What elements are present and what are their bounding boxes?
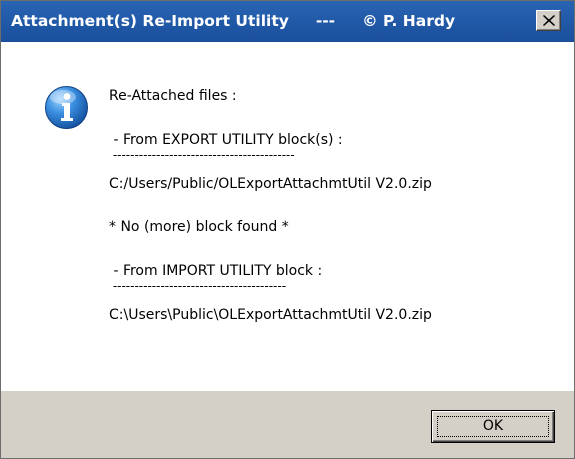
ok-button-label: OK xyxy=(482,418,504,434)
ok-button[interactable]: OK xyxy=(431,410,555,443)
close-button[interactable] xyxy=(536,10,561,31)
button-bar: OK xyxy=(1,391,574,458)
message-area: Re-Attached files : - From EXPORT UTILIT… xyxy=(1,42,574,391)
window-title: Attachment(s) Re-Import Utility --- © P.… xyxy=(11,12,456,30)
title-bar[interactable]: Attachment(s) Re-Import Utility --- © P.… xyxy=(1,1,574,42)
message-line-export-path: C:/Users/Public/OLExportAttachmtUtil V2.… xyxy=(109,176,432,192)
message-line-no-block: * No (more) block found * xyxy=(109,219,289,235)
message-line-separator: ---------------------------------------- xyxy=(109,279,287,293)
close-x-icon xyxy=(543,15,555,26)
message-line-heading: Re-Attached files : xyxy=(109,88,237,104)
message-line-import-header: - From IMPORT UTILITY block : xyxy=(109,263,323,279)
message-line-import-path: C:\Users\Public\OLExportAttachmtUtil V2.… xyxy=(109,307,432,323)
information-icon xyxy=(45,86,88,129)
message-dialog: Attachment(s) Re-Import Utility --- © P.… xyxy=(0,0,575,459)
message-line-export-header: - From EXPORT UTILITY block(s) : xyxy=(109,132,343,148)
message-line-separator: ----------------------------------------… xyxy=(109,148,295,162)
